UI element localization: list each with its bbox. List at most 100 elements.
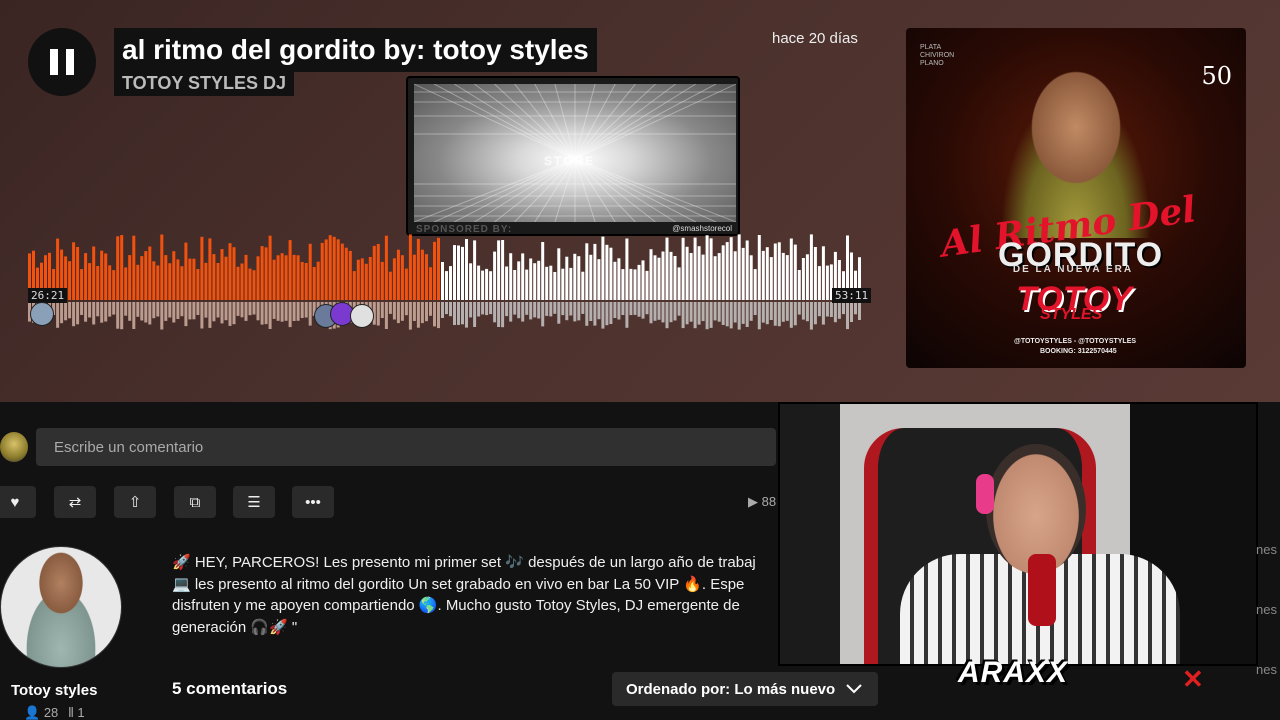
waveform-reflection-bar (757, 302, 761, 330)
sort-label: Ordenado por: Lo más nuevo (626, 680, 836, 698)
waveform-bar (769, 257, 773, 300)
waveform-reflection-bar (140, 302, 144, 321)
share-button[interactable]: ⇧ (114, 486, 156, 518)
waveform-bar (761, 250, 765, 300)
waveform-bar (320, 242, 324, 300)
cover-booking: BOOKING: 3122570445 (1040, 348, 1117, 355)
waveform-reflection-bar (669, 302, 673, 323)
followers-count[interactable]: 👤 28 (24, 705, 58, 720)
waveform-bar (537, 260, 541, 300)
playlist-icon: ☰ (247, 494, 261, 511)
waveform-reflection-bar (76, 302, 80, 325)
cover-art[interactable]: PLATA CHIVIRON PLANO 50 Al Ritmo Del GOR… (906, 28, 1246, 368)
waveform-bar (196, 269, 200, 300)
waveform-reflection-bar (525, 302, 529, 315)
sort-dropdown[interactable]: Ordenado por: Lo más nuevo (612, 672, 878, 706)
waveform-reflection-bar (300, 302, 304, 318)
waveform-bar (709, 238, 713, 300)
waveform-bar (128, 255, 132, 300)
waveform-reflection-bar (284, 302, 288, 321)
track-artist[interactable]: TOTOY STYLES DJ (114, 70, 295, 96)
waveform-reflection-bar (517, 302, 521, 319)
waveform-bar (477, 265, 481, 300)
sponsor-video[interactable]: STORE SPONSORED BY: @smashstorecol (406, 76, 740, 236)
comment-input[interactable] (36, 428, 776, 466)
waveform-bar (785, 255, 789, 300)
post-date: hace 20 días (772, 30, 858, 47)
uploader-name[interactable]: Totoy styles (11, 682, 97, 699)
waveform-reflection-bar (761, 302, 765, 323)
cover-number: 50 (1201, 62, 1232, 90)
waveform-bar (557, 248, 561, 300)
waveform-bar (316, 261, 320, 300)
track-title[interactable]: al ritmo del gordito by: totoy styles (114, 28, 597, 72)
waveform-reflection-bar (400, 302, 404, 321)
waveform-reflection-bar (637, 302, 641, 317)
like-button[interactable]: ♥ (0, 486, 36, 518)
waveform-reflection-bar (854, 302, 857, 315)
waveform-reflection-bar (813, 302, 817, 325)
comments-count: 5 comentarios (172, 679, 288, 698)
timed-comment-avatar[interactable] (350, 304, 374, 328)
waveform-reflection-bar (497, 302, 501, 327)
uploader-avatar[interactable] (0, 546, 122, 668)
waveform-bar (705, 235, 709, 300)
grid-line (433, 84, 576, 160)
waveform-reflection-bar (64, 302, 68, 321)
waveform[interactable] (28, 230, 862, 330)
tracks-count[interactable]: ⫴ 1 (68, 705, 84, 720)
waveform-bar (420, 249, 424, 300)
waveform-bar (661, 251, 665, 300)
waveform-bar (96, 266, 100, 300)
waveform-reflection-bar (232, 302, 236, 325)
more-button[interactable]: ••• (292, 486, 334, 518)
waveform-reflection-bar (557, 302, 561, 324)
waveform-bar (76, 247, 80, 300)
waveform-bar (593, 243, 597, 300)
my-avatar[interactable] (0, 432, 28, 462)
more-icon: ••• (305, 493, 321, 511)
waveform-reflection-bar (116, 302, 120, 329)
add-to-playlist-button[interactable]: ☰ (233, 486, 275, 518)
waveform-reflection-bar (617, 302, 621, 320)
repost-icon: ⇄ (68, 494, 82, 511)
waveform-bar (533, 263, 537, 300)
grid-line (574, 158, 696, 222)
waveform-bar (260, 246, 264, 300)
waveform-bar (332, 236, 336, 300)
waveform-reflection-bar (589, 302, 593, 321)
current-time: 26:21 (28, 288, 68, 303)
copy-link-button[interactable]: ⧉ (174, 486, 216, 518)
waveform-reflection-bar (829, 302, 833, 317)
waveform-bar (473, 240, 477, 300)
waveform-reflection-bar (252, 302, 256, 315)
waveform-bar (72, 242, 76, 300)
waveform-bar (545, 266, 549, 300)
waveform-bar (697, 246, 701, 300)
cover-brand-2: STYLES (1040, 306, 1103, 323)
waveform-reflection-bar (673, 302, 677, 321)
waveform-bar (100, 250, 104, 300)
grid-line (574, 84, 596, 160)
waveform-reflection-bar (793, 302, 797, 326)
timed-comment-avatar[interactable] (30, 302, 54, 326)
waveform-bar (268, 235, 272, 300)
pause-button[interactable] (28, 28, 96, 96)
waveform-bar (300, 262, 304, 300)
waveform-reflection-bar (180, 302, 184, 317)
waveform-bar (713, 256, 717, 300)
waveform-reflection-bar (677, 302, 681, 316)
waveform-reflection-bar (749, 302, 753, 321)
waveform-bar (457, 245, 460, 300)
waveform-reflection-bar (404, 302, 408, 316)
waveform-reflection-bar (433, 302, 436, 327)
waveform-bar (168, 263, 172, 300)
waveform-bar (425, 254, 428, 300)
waveform-bar (601, 236, 605, 300)
sponsor-logo: STORE (544, 154, 596, 168)
waveform-bar (312, 267, 316, 300)
repost-button[interactable]: ⇄ (54, 486, 96, 518)
waveform-reflection-bar (244, 302, 248, 321)
waveform-bar (813, 247, 817, 300)
waveform-reflection-bar (477, 302, 481, 317)
